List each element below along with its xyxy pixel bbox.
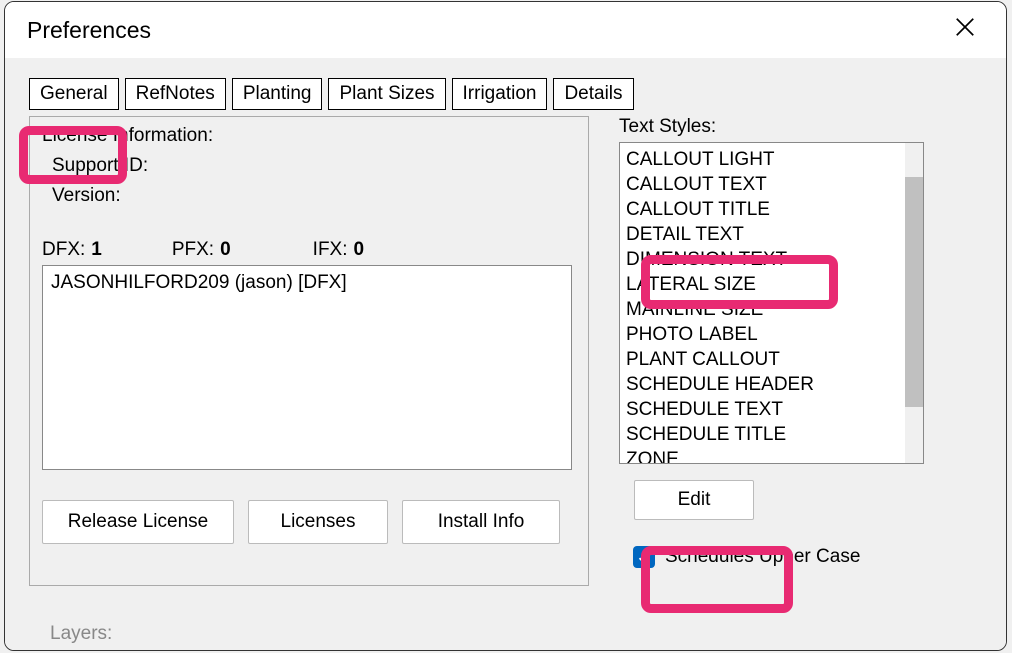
- preferences-window: Preferences General RefNotes Planting Pl…: [4, 1, 1007, 651]
- scrollbar-track[interactable]: [905, 143, 923, 463]
- ifx-label: IFX:: [313, 239, 348, 261]
- dfx-value: 1: [91, 239, 102, 261]
- license-counts-row: DFX: 1 PFX: 0 IFX: 0: [42, 239, 576, 261]
- text-styles-panel: Text Styles: CALLOUT LIGHT CALLOUT TEXT …: [619, 116, 972, 586]
- close-icon[interactable]: [946, 12, 984, 48]
- ifx-value: 0: [354, 239, 365, 261]
- list-item[interactable]: ZONE: [626, 447, 905, 464]
- tab-plant-sizes[interactable]: Plant Sizes: [328, 78, 445, 110]
- tab-general[interactable]: General: [29, 78, 119, 110]
- list-item[interactable]: SCHEDULE TEXT: [626, 397, 905, 422]
- support-id-label: Support ID:: [52, 155, 576, 177]
- licenses-button[interactable]: Licenses: [248, 500, 388, 544]
- list-item[interactable]: LATERAL SIZE: [626, 272, 905, 297]
- text-styles-items: CALLOUT LIGHT CALLOUT TEXT CALLOUT TITLE…: [620, 143, 905, 463]
- release-license-button[interactable]: Release License: [42, 500, 234, 544]
- list-item[interactable]: SCHEDULE TITLE: [626, 422, 905, 447]
- schedules-upper-case-label: Schedules Upper Case: [665, 546, 860, 568]
- license-entry: JASONHILFORD209 (jason) [DFX]: [51, 272, 563, 294]
- main-columns: License Information: Support ID: Version…: [5, 110, 1006, 586]
- install-info-button[interactable]: Install Info: [402, 500, 560, 544]
- tabs: General RefNotes Planting Plant Sizes Ir…: [5, 58, 1006, 110]
- list-item[interactable]: CALLOUT TEXT: [626, 172, 905, 197]
- pfx-label: PFX:: [172, 239, 214, 261]
- tab-refnotes[interactable]: RefNotes: [125, 78, 226, 110]
- window-title: Preferences: [27, 17, 151, 44]
- tab-details[interactable]: Details: [553, 78, 633, 110]
- content-area: General RefNotes Planting Plant Sizes Ir…: [5, 58, 1006, 650]
- edit-button[interactable]: Edit: [634, 480, 754, 520]
- list-item[interactable]: PHOTO LABEL: [626, 322, 905, 347]
- license-listbox[interactable]: JASONHILFORD209 (jason) [DFX]: [42, 265, 572, 470]
- list-item[interactable]: CALLOUT TITLE: [626, 197, 905, 222]
- ifx-pair: IFX: 0: [313, 239, 364, 261]
- tab-irrigation[interactable]: Irrigation: [452, 78, 548, 110]
- list-item[interactable]: SCHEDULE HEADER: [626, 372, 905, 397]
- schedules-upper-case-row: Schedules Upper Case: [633, 546, 972, 568]
- check-icon: [637, 550, 652, 565]
- text-styles-label: Text Styles:: [619, 116, 972, 138]
- list-item[interactable]: DETAIL TEXT: [626, 222, 905, 247]
- version-label: Version:: [52, 185, 576, 207]
- list-item[interactable]: MAINLINE SIZE: [626, 297, 905, 322]
- layers-label: Layers:: [50, 623, 112, 645]
- license-panel: License Information: Support ID: Version…: [29, 116, 589, 586]
- text-styles-listbox[interactable]: CALLOUT LIGHT CALLOUT TEXT CALLOUT TITLE…: [619, 142, 924, 464]
- dfx-label: DFX:: [42, 239, 85, 261]
- pfx-value: 0: [220, 239, 231, 261]
- license-buttons-row: Release License Licenses Install Info: [42, 500, 576, 544]
- list-item[interactable]: PLANT CALLOUT: [626, 347, 905, 372]
- schedules-upper-case-checkbox[interactable]: [633, 546, 655, 568]
- titlebar: Preferences: [5, 2, 1006, 58]
- list-item[interactable]: CALLOUT LIGHT: [626, 147, 905, 172]
- scrollbar-thumb[interactable]: [905, 177, 923, 407]
- list-item[interactable]: DIMENSION TEXT: [626, 247, 905, 272]
- dfx-pair: DFX: 1: [42, 239, 102, 261]
- license-section-label: License Information:: [42, 125, 576, 147]
- tab-planting[interactable]: Planting: [232, 78, 323, 110]
- license-area: Support ID: Version:: [42, 155, 576, 207]
- pfx-pair: PFX: 0: [172, 239, 231, 261]
